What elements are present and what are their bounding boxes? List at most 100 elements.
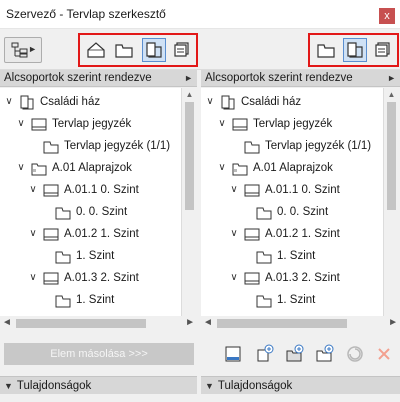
tree-item-label: A.01.3 2. Szint	[265, 272, 340, 284]
new-drawing-button[interactable]	[314, 343, 336, 365]
tree-item[interactable]: 0. 0. Szint	[0, 202, 181, 222]
chevron-down-icon[interactable]: ∨	[28, 268, 38, 288]
scroll-right-icon[interactable]: ►	[388, 317, 398, 328]
add-drawing-icon	[316, 344, 334, 362]
new-master-button[interactable]	[254, 343, 276, 365]
new-subset-button[interactable]	[284, 343, 306, 365]
scroll-up-icon[interactable]: ▲	[384, 88, 399, 102]
right-horizontal-scrollbar[interactable]: ◄ ►	[201, 316, 400, 331]
right-tree-view[interactable]: ∨ Családi ház ∨ Tervlap jegyzék Tervlap jegy…	[201, 88, 384, 316]
scroll-thumb[interactable]	[16, 319, 146, 328]
tree-item[interactable]: ∨ A.01.3 2. Szint	[201, 268, 383, 288]
tree-item[interactable]: ∨ A.01 Alaprajzok	[0, 158, 181, 178]
layout-book-button-right[interactable]	[343, 38, 367, 62]
scroll-thumb[interactable]	[217, 319, 347, 328]
tree-item-label: 0. 0. Szint	[277, 206, 329, 218]
tree-item[interactable]: ∨ A.01.1 0. Szint	[201, 180, 383, 200]
chevron-down-icon[interactable]: ∨	[229, 224, 239, 244]
tree-item[interactable]: Tervlap jegyzék (1/1)	[201, 136, 383, 156]
publisher-sets-button-right[interactable]	[371, 38, 395, 62]
left-sort-dropdown[interactable]: Alcsoportok szerint rendezve ►	[0, 70, 197, 87]
tree-item[interactable]: ∨ Tervlap jegyzék	[0, 114, 181, 134]
tree-item[interactable]: ∨ Családi ház	[201, 92, 383, 112]
tree-item-label: Családi ház	[40, 96, 101, 108]
tree-view-icon	[11, 42, 28, 58]
tree-item-label: A.01.2 1. Szint	[64, 228, 139, 240]
close-button[interactable]: x	[379, 8, 395, 24]
tree-item-label: A.01.2 1. Szint	[265, 228, 340, 240]
chevron-down-icon[interactable]: ∨	[16, 114, 26, 134]
tree-item-label: Tervlap jegyzék	[52, 118, 132, 130]
chevron-down-icon[interactable]: ∨	[28, 180, 38, 200]
publisher-icon	[375, 42, 390, 57]
scroll-right-icon[interactable]: ►	[185, 317, 195, 328]
tree-item[interactable]: ∨ A.01.1 0. Szint	[0, 180, 181, 200]
chevron-down-icon[interactable]: ∨	[229, 268, 239, 288]
refresh-icon	[347, 346, 363, 362]
tree-item[interactable]: 1. Szint	[201, 246, 383, 266]
publisher-icon	[174, 42, 189, 57]
tree-item[interactable]: 1. Szint	[0, 290, 181, 310]
project-map-button[interactable]	[84, 38, 108, 62]
copy-item-button[interactable]: Elem másolása >>>	[4, 343, 194, 365]
chevron-down-icon[interactable]: ∨	[16, 158, 26, 178]
view-map-button[interactable]	[112, 38, 136, 62]
chevron-down-icon[interactable]: ∨	[205, 92, 215, 112]
tree-item-label: A.01 Alaprajzok	[253, 162, 333, 174]
tree-item[interactable]: 0. 0. Szint	[201, 202, 383, 222]
chevron-down-icon[interactable]: ∨	[28, 224, 38, 244]
scroll-thumb[interactable]	[387, 102, 396, 210]
delete-icon	[378, 348, 390, 360]
scroll-left-icon[interactable]: ◄	[203, 317, 213, 328]
tree-item[interactable]: ∨ A.01.2 1. Szint	[201, 224, 383, 244]
chevron-down-icon: ▼	[4, 381, 13, 391]
tree-item-label: A.01 Alaprajzok	[52, 162, 132, 174]
tree-item[interactable]: Tervlap jegyzék (1/1)	[0, 136, 181, 156]
chevron-down-icon[interactable]: ∨	[217, 114, 227, 134]
right-sort-dropdown[interactable]: Alcsoportok szerint rendezve ►	[201, 70, 400, 87]
tree-item[interactable]: ∨ A.01 Alaprajzok	[201, 158, 383, 178]
tree-item[interactable]: 1. Szint	[0, 246, 181, 266]
tree-item[interactable]: ∨ A.01.3 2. Szint	[0, 268, 181, 288]
right-properties-bar[interactable]: ▼ Tulajdonságok	[201, 376, 400, 394]
tree-item-label: A.01.1 0. Szint	[265, 184, 340, 196]
chevron-down-icon[interactable]: ∨	[229, 180, 239, 200]
chevron-down-icon[interactable]: ∨	[4, 92, 14, 112]
add-folder-icon	[286, 344, 304, 362]
right-vertical-scrollbar[interactable]: ▲	[384, 88, 399, 316]
update-button[interactable]	[344, 343, 366, 365]
left-vertical-scrollbar[interactable]: ▲	[182, 88, 197, 316]
tree-item-label: A.01.3 2. Szint	[64, 272, 139, 284]
chevron-right-icon: ►	[387, 73, 396, 83]
chevron-down-icon[interactable]: ∨	[217, 158, 227, 178]
tree-item-label: A.01.1 0. Szint	[64, 184, 139, 196]
publisher-sets-button[interactable]	[170, 38, 194, 62]
page-icon	[255, 293, 273, 315]
left-horizontal-scrollbar[interactable]: ◄ ►	[0, 316, 197, 331]
navigator-button[interactable]: ►	[4, 37, 42, 63]
scroll-left-icon[interactable]: ◄	[2, 317, 12, 328]
right-action-buttons	[220, 343, 400, 367]
chevron-right-icon: ►	[28, 44, 37, 54]
add-page-icon	[257, 344, 274, 362]
chevron-down-icon: ▼	[205, 381, 214, 391]
tree-item[interactable]: ∨ Tervlap jegyzék	[201, 114, 383, 134]
right-sort-label: Alcsoportok szerint rendezve	[205, 72, 353, 84]
new-layout-button[interactable]	[222, 343, 244, 365]
right-view-mode-group	[308, 33, 399, 67]
tree-item[interactable]: ∨ A.01.2 1. Szint	[0, 224, 181, 244]
tree-item[interactable]: 1. Szint	[201, 290, 383, 310]
layout-book-button[interactable]	[142, 38, 166, 62]
view-map-button-right[interactable]	[314, 38, 338, 62]
left-sort-label: Alcsoportok szerint rendezve	[4, 72, 152, 84]
scroll-thumb[interactable]	[185, 102, 194, 210]
left-tree-view[interactable]: ∨ Családi ház ∨ Tervlap jegyzék Tervlap jegy…	[0, 88, 182, 316]
left-properties-bar[interactable]: ▼ Tulajdonságok	[0, 376, 197, 394]
layout-book-icon	[146, 42, 162, 58]
new-layout-icon	[225, 346, 241, 362]
window-title: Szervező - Tervlap szerkesztő	[6, 7, 166, 21]
tree-item[interactable]: ∨ Családi ház	[0, 92, 181, 112]
delete-button[interactable]	[373, 343, 395, 365]
layout-book-icon	[347, 42, 363, 58]
scroll-up-icon[interactable]: ▲	[182, 88, 197, 102]
